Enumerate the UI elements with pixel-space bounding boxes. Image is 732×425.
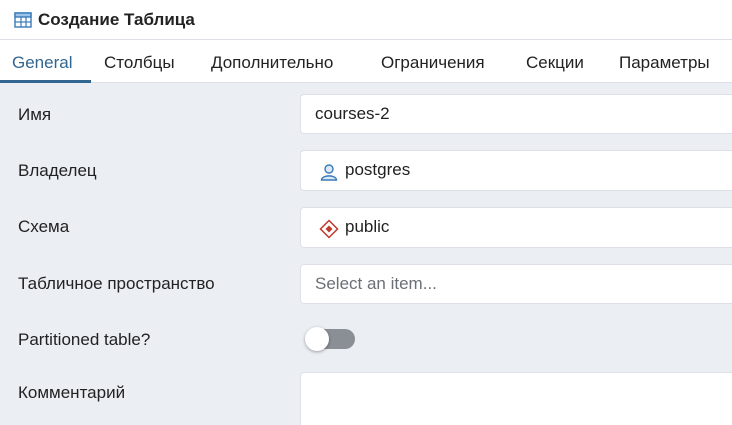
partitioned-label: Partitioned table? xyxy=(18,330,151,349)
tab-parameters[interactable]: Параметры xyxy=(619,53,710,73)
tablespace-select[interactable]: Select an item... xyxy=(300,264,732,304)
tab-constraints[interactable]: Ограничения xyxy=(381,53,485,73)
schema-icon xyxy=(319,219,339,239)
comment-textarea[interactable] xyxy=(300,372,732,425)
tab-bar: General Столбцы Дополнительно Ограничени… xyxy=(0,40,732,83)
comment-label: Комментарий xyxy=(18,383,126,402)
toggle-knob xyxy=(305,327,329,351)
tab-general[interactable]: General xyxy=(12,53,72,73)
schema-value: public xyxy=(345,217,390,236)
name-input[interactable]: courses-2 xyxy=(300,94,732,134)
tab-partitions[interactable]: Секции xyxy=(526,53,584,73)
tablespace-placeholder: Select an item... xyxy=(315,274,437,293)
schema-select[interactable]: public xyxy=(300,207,732,248)
schema-label: Схема xyxy=(18,217,70,236)
name-label: Имя xyxy=(18,105,52,124)
name-value: courses-2 xyxy=(315,104,390,123)
active-tab-indicator xyxy=(0,80,91,83)
tab-columns[interactable]: Столбцы xyxy=(104,53,175,73)
tablespace-label: Табличное пространство xyxy=(18,274,215,293)
owner-label: Владелец xyxy=(18,161,97,180)
tab-advanced[interactable]: Дополнительно xyxy=(211,53,333,73)
partitioned-toggle[interactable] xyxy=(305,327,355,351)
dialog-titlebar: Создание Таблица xyxy=(0,0,732,40)
owner-select[interactable]: postgres xyxy=(300,150,732,191)
table-icon xyxy=(14,12,32,28)
user-icon xyxy=(320,164,338,181)
dialog-title: Создание Таблица xyxy=(38,10,195,29)
owner-value: postgres xyxy=(345,160,411,179)
